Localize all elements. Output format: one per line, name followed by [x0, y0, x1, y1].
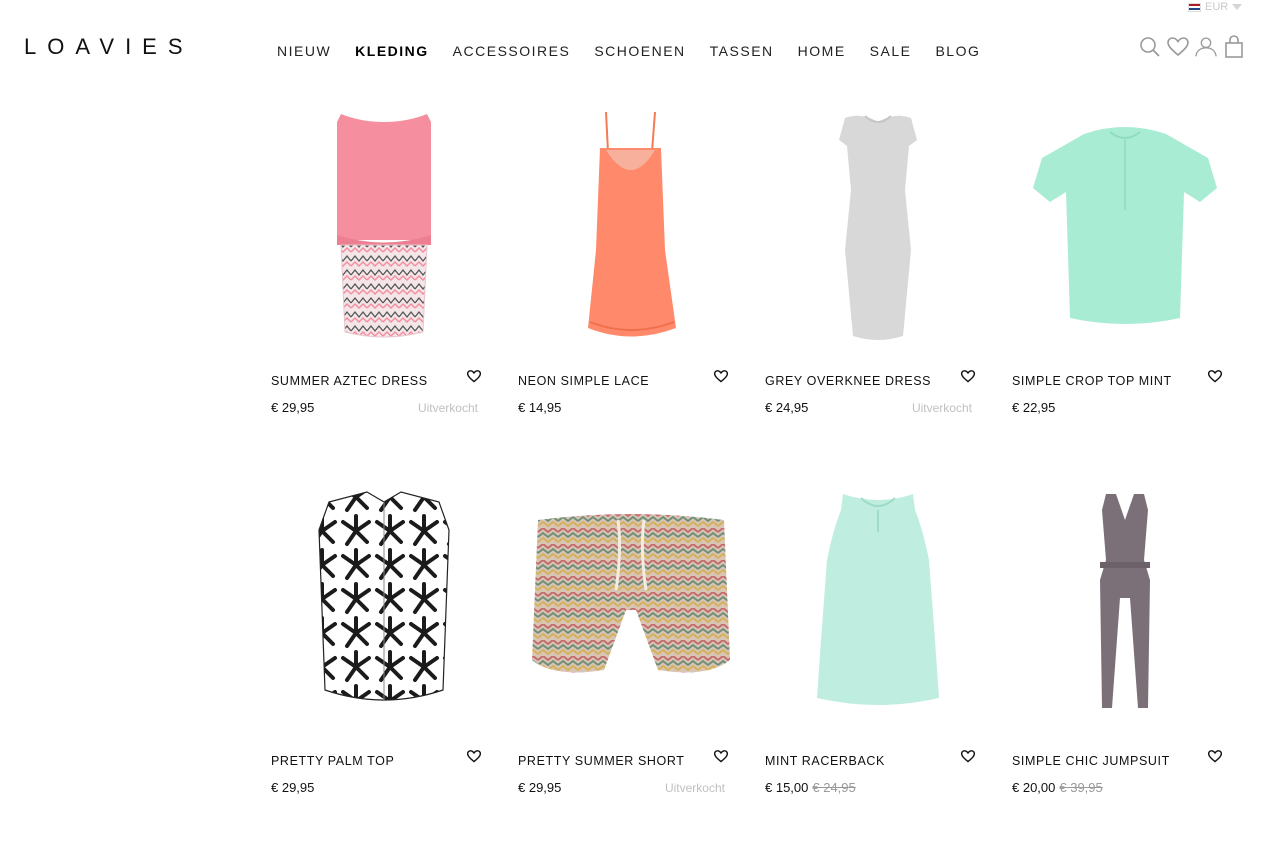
product-card[interactable]: PRETTY SUMMER SHORT € 29,95 Uitverkocht — [508, 480, 755, 860]
product-image-grey-overknee-dress[interactable] — [765, 100, 991, 360]
wishlist-heart-icon[interactable] — [713, 370, 729, 384]
product-image-summer-aztec-dress[interactable] — [271, 100, 497, 360]
nav-item-accessoires[interactable]: ACCESSOIRES — [453, 43, 571, 59]
wishlist-heart-icon[interactable] — [1207, 370, 1223, 384]
current-price: € 24,95 — [765, 400, 809, 415]
product-name[interactable]: SUMMER AZTEC DRESS — [271, 374, 428, 388]
product-price: € 29,95 — [518, 780, 561, 795]
current-price: € 29,95 — [271, 400, 315, 415]
product-grid: SUMMER AZTEC DRESS € 29,95 Uitverkocht N… — [261, 100, 1249, 860]
header-utilities — [1139, 34, 1245, 60]
site-logo[interactable]: LOAVIES — [24, 34, 194, 60]
product-price: € 29,95 — [271, 400, 314, 415]
product-name[interactable]: SIMPLE CHIC JUMPSUIT — [1012, 754, 1170, 768]
cart-bag-icon[interactable] — [1223, 34, 1245, 60]
product-image-simple-crop-top-mint[interactable] — [1012, 100, 1238, 360]
product-price: € 20,00 € 39,95 — [1012, 780, 1103, 795]
product-price: € 15,00 € 24,95 — [765, 780, 856, 795]
product-card[interactable]: NEON SIMPLE LACE € 14,95 — [508, 100, 755, 480]
wishlist-heart-icon[interactable] — [1207, 750, 1223, 764]
current-price: € 29,95 — [271, 780, 315, 795]
currency-selector[interactable]: EUR — [1188, 1, 1243, 13]
product-card[interactable]: MINT RACERBACK € 15,00 € 24,95 — [755, 480, 1002, 860]
product-price: € 22,95 — [1012, 400, 1055, 415]
status-badge: Uitverkocht — [417, 401, 478, 415]
wishlist-heart-icon[interactable] — [466, 370, 482, 384]
nav-item-schoenen[interactable]: SCHOENEN — [594, 43, 685, 59]
wishlist-heart-icon[interactable] — [1167, 34, 1189, 60]
product-price: € 29,95 — [271, 780, 314, 795]
nav-item-home[interactable]: HOME — [798, 43, 846, 59]
product-card[interactable]: SIMPLE CHIC JUMPSUIT € 20,00 € 39,95 — [1002, 480, 1249, 860]
product-name[interactable]: PRETTY SUMMER SHORT — [518, 754, 685, 768]
product-row: SUMMER AZTEC DRESS € 29,95 Uitverkocht N… — [261, 100, 1249, 480]
product-card[interactable]: GREY OVERKNEE DRESS € 24,95 Uitverkocht — [755, 100, 1002, 480]
current-price: € 22,95 — [1012, 400, 1056, 415]
product-image-pretty-summer-short[interactable] — [518, 480, 744, 740]
wishlist-heart-icon[interactable] — [960, 370, 976, 384]
original-price: € 24,95 — [812, 780, 856, 795]
product-card[interactable]: PRETTY PALM TOP € 29,95 — [261, 480, 508, 860]
current-price: € 20,00 — [1012, 780, 1056, 795]
nav-item-tassen[interactable]: TASSEN — [710, 43, 774, 59]
chevron-down-icon — [1232, 4, 1243, 10]
product-image-pretty-palm-top[interactable] — [271, 480, 497, 740]
nav-item-sale[interactable]: SALE — [870, 43, 912, 59]
nav-item-kleding[interactable]: KLEDING — [355, 43, 429, 59]
current-price: € 14,95 — [518, 400, 562, 415]
status-badge: Uitverkocht — [911, 401, 972, 415]
original-price: € 39,95 — [1059, 780, 1103, 795]
product-name[interactable]: GREY OVERKNEE DRESS — [765, 374, 931, 388]
nav-item-blog[interactable]: BLOG — [935, 43, 980, 59]
product-name[interactable]: PRETTY PALM TOP — [271, 754, 394, 768]
status-badge: Uitverkocht — [664, 781, 725, 795]
main-nav: NIEUW KLEDING ACCESSOIRES SCHOENEN TASSE… — [277, 43, 1004, 59]
netherlands-flag-icon — [1188, 2, 1201, 12]
product-name[interactable]: MINT RACERBACK — [765, 754, 885, 768]
product-name[interactable]: NEON SIMPLE LACE — [518, 374, 649, 388]
product-card[interactable]: SUMMER AZTEC DRESS € 29,95 Uitverkocht — [261, 100, 508, 480]
product-image-mint-racerback[interactable] — [765, 480, 991, 740]
current-price: € 29,95 — [518, 780, 562, 795]
wishlist-heart-icon[interactable] — [713, 750, 729, 764]
wishlist-heart-icon[interactable] — [960, 750, 976, 764]
product-image-simple-chic-jumpsuit[interactable] — [1012, 480, 1238, 740]
currency-label: EUR — [1205, 1, 1229, 13]
product-name[interactable]: SIMPLE CROP TOP MINT — [1012, 374, 1172, 388]
wishlist-heart-icon[interactable] — [466, 750, 482, 764]
product-price: € 14,95 — [518, 400, 561, 415]
product-image-neon-simple-lace[interactable] — [518, 100, 744, 360]
product-row: PRETTY PALM TOP € 29,95 PRETTY SUMMER SH… — [261, 480, 1249, 860]
nav-item-nieuw[interactable]: NIEUW — [277, 43, 331, 59]
current-price: € 15,00 — [765, 780, 809, 795]
account-icon[interactable] — [1195, 34, 1217, 60]
product-price: € 24,95 — [765, 400, 808, 415]
product-card[interactable]: SIMPLE CROP TOP MINT € 22,95 — [1002, 100, 1249, 480]
search-icon[interactable] — [1139, 34, 1161, 60]
